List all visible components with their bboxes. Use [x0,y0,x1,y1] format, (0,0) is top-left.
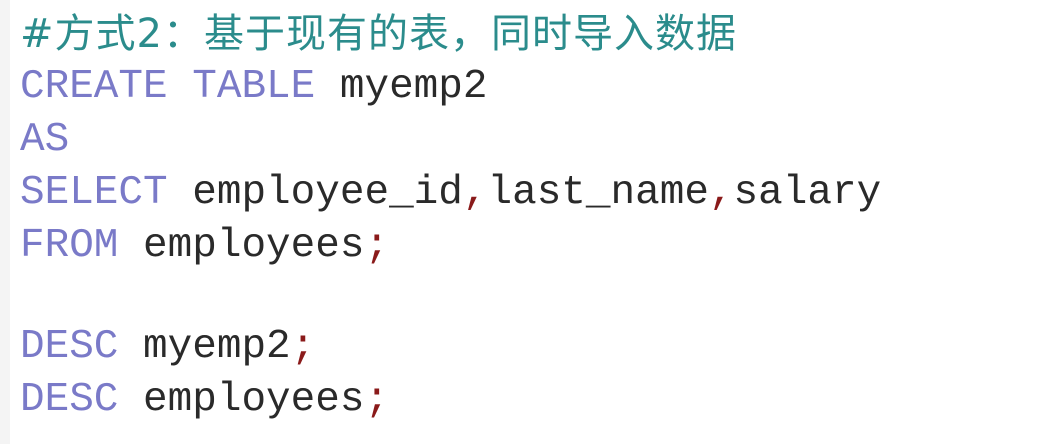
semicolon: ; [290,324,316,370]
table-name: myemp2 [143,324,291,370]
code-line-select: SELECT employee_id,last_name,salary [20,167,1060,220]
table-name: myemp2 [339,64,488,110]
keyword-desc: DESC [20,377,119,423]
code-editor[interactable]: #方式2：基于现有的表，同时导入数据 CREATE TABLE myemp2 A… [0,0,1060,444]
table-name: employees [143,223,365,269]
code-line-from: FROM employees; [20,220,1060,273]
semicolon: ; [364,223,390,269]
keyword-from: FROM [20,223,119,269]
code-line-as: AS [20,114,1060,167]
comma: , [462,170,488,216]
table-name: employees [143,377,365,423]
keyword-as: AS [20,117,70,163]
keyword-select: SELECT [20,170,168,216]
column-salary: salary [733,170,882,216]
comma: , [708,170,734,216]
code-line-create-table: CREATE TABLE myemp2 [20,61,1060,114]
keyword-desc: DESC [20,324,119,370]
semicolon: ; [364,377,390,423]
keyword-create: CREATE [20,64,168,110]
code-area[interactable]: #方式2：基于现有的表，同时导入数据 CREATE TABLE myemp2 A… [20,8,1060,427]
comment-line: #方式2：基于现有的表，同时导入数据 [20,11,737,57]
editor-gutter [0,0,10,444]
code-line-desc-employees: DESC employees; [20,374,1060,427]
column-last-name: last_name [487,170,709,216]
keyword-table: TABLE [192,64,316,110]
code-line-desc-myemp2: DESC myemp2; [20,321,1060,374]
column-employee-id: employee_id [192,170,463,216]
